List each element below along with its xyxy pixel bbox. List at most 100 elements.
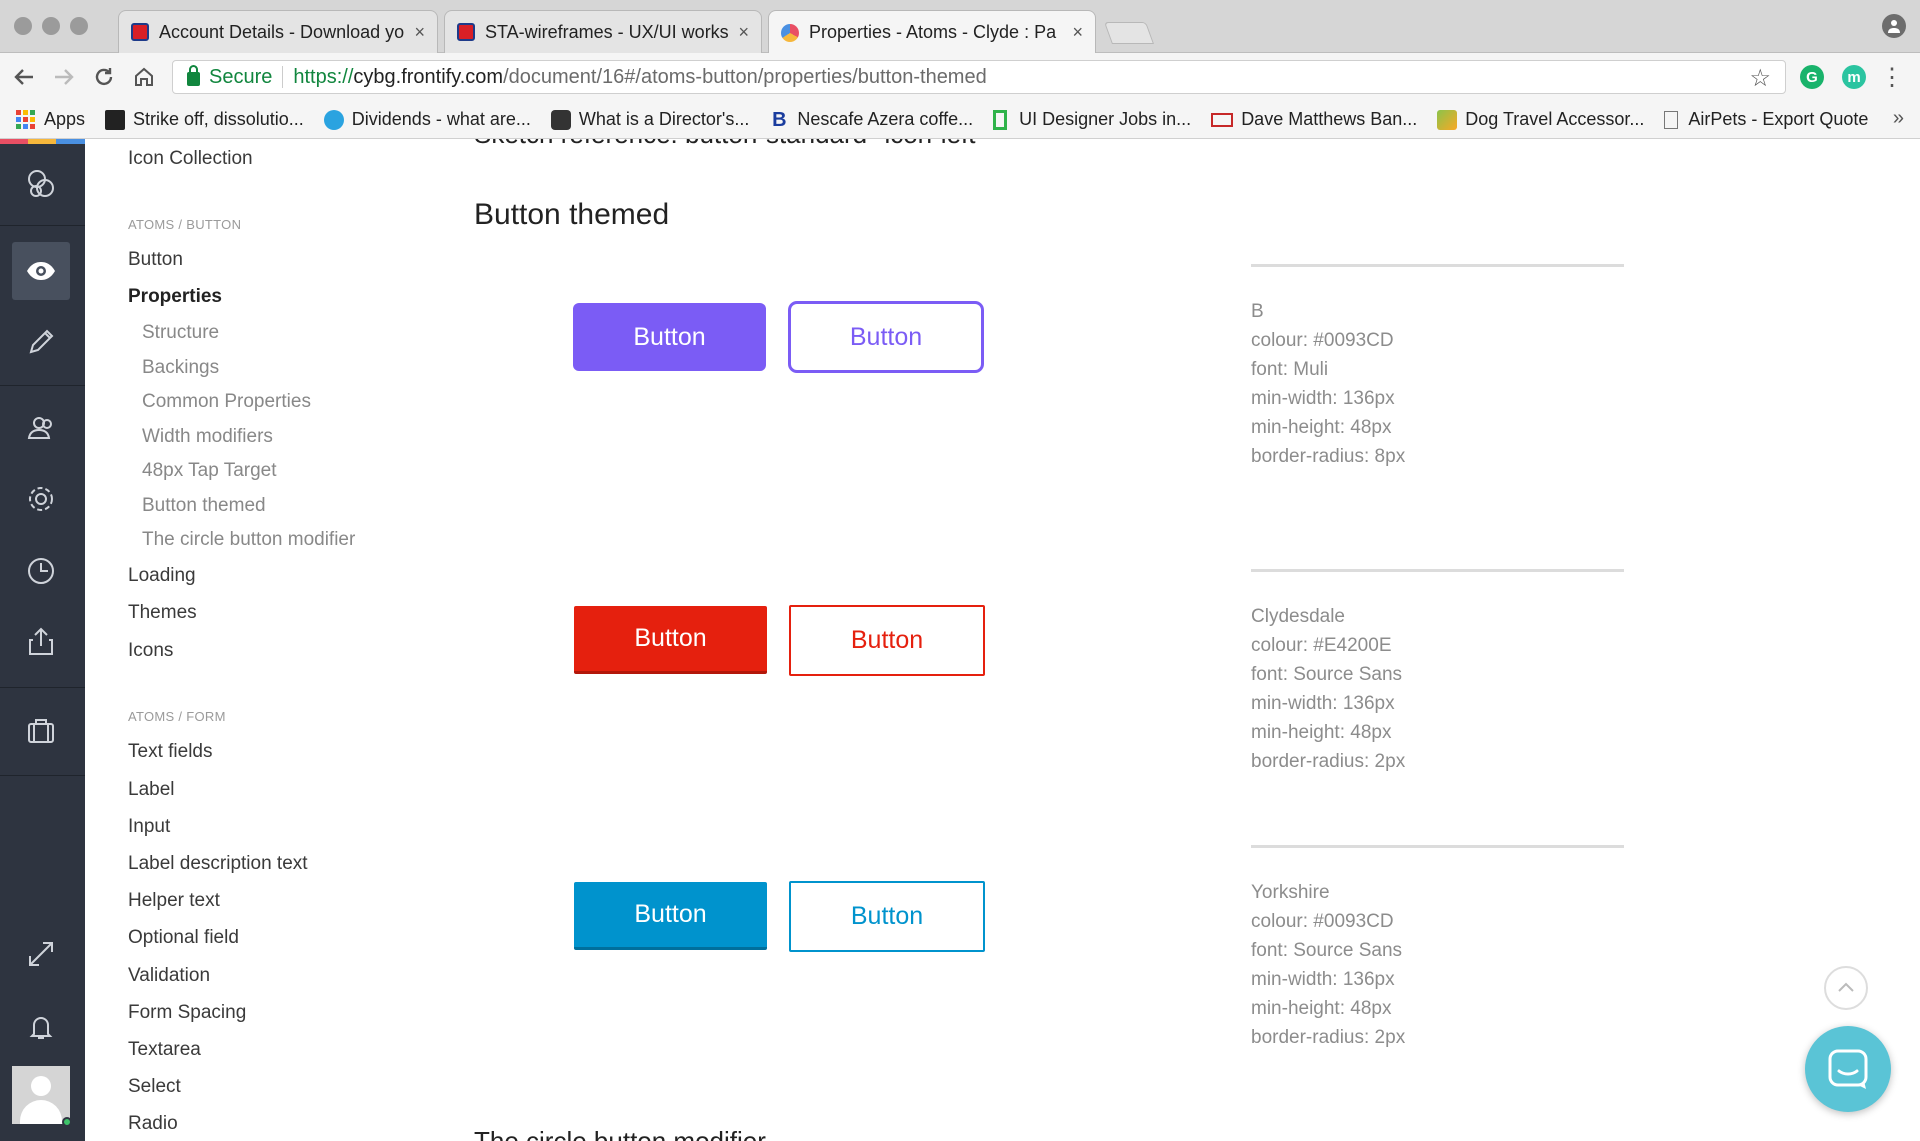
profile-icon[interactable] [1882, 14, 1906, 38]
nav-link-circle-button-modifier[interactable]: The circle button modifier [142, 529, 355, 551]
spec-line: colour: #E4200E [1251, 635, 1392, 656]
home-icon [135, 67, 153, 86]
window-zoom-button[interactable] [70, 17, 88, 35]
nav-link-textarea[interactable]: Textarea [128, 1039, 201, 1061]
nav-link-button[interactable]: Button [128, 249, 183, 271]
browser-menu-icon[interactable]: ⋮ [1880, 63, 1904, 92]
url-host: cybg.frontify.com [353, 65, 504, 88]
chat-launcher-button[interactable] [1805, 1026, 1891, 1112]
nav-link-common-properties[interactable]: Common Properties [142, 391, 311, 413]
extension-m-icon[interactable]: m [1842, 65, 1866, 89]
address-bar[interactable]: Secure https://cybg.frontify.com/documen… [172, 60, 1786, 94]
frontify-logo-icon[interactable] [12, 155, 70, 213]
nav-link-select[interactable]: Select [128, 1076, 181, 1098]
nav-link-validation[interactable]: Validation [128, 965, 210, 987]
clock-icon[interactable] [12, 542, 70, 600]
bookmark-favicon-icon [1437, 109, 1458, 130]
window-close-button[interactable] [14, 17, 32, 35]
nav-link-form-spacing[interactable]: Form Spacing [128, 1002, 246, 1024]
scroll-to-top-button[interactable] [1824, 966, 1868, 1010]
spec-line: min-width: 136px [1251, 693, 1395, 714]
gear-icon[interactable] [12, 470, 70, 528]
bookmark-label: Dog Travel Accessor... [1465, 109, 1645, 129]
window-minimize-button[interactable] [42, 17, 60, 35]
back-button[interactable] [10, 63, 38, 91]
spec-line: B [1251, 301, 1264, 322]
spec-line: min-height: 48px [1251, 722, 1392, 743]
url-path: /document/16#/atoms-button/properties/bu… [503, 65, 987, 88]
reload-button[interactable] [90, 63, 118, 91]
nav-link-label[interactable]: Label [128, 779, 175, 801]
browser-tab[interactable]: Account Details - Download yo × [118, 10, 438, 53]
nav-link-properties[interactable]: Properties [128, 286, 222, 308]
bell-icon[interactable] [12, 998, 70, 1056]
button-solid-theme-b[interactable]: Button [573, 303, 766, 371]
users-icon[interactable] [12, 399, 70, 457]
share-icon[interactable] [12, 613, 70, 671]
bookmark-item[interactable]: UI Designer Jobs in... [993, 109, 1191, 130]
pencil-icon[interactable] [12, 313, 70, 371]
bookmark-item[interactable]: AirPets - Export Quote [1664, 109, 1868, 130]
browser-tab[interactable]: STA-wireframes - UX/UI works × [444, 10, 762, 53]
button-outline-theme-b[interactable]: Button [788, 301, 984, 373]
bookmark-apps[interactable]: Apps [16, 109, 85, 130]
spec-line: font: Source Sans [1251, 664, 1403, 685]
button-solid-theme-yorkshire[interactable]: Button [574, 882, 767, 950]
nav-link-button-themed[interactable]: Button themed [142, 495, 266, 517]
cybg-favicon-icon [131, 23, 149, 41]
browser-toolbar: Secure https://cybg.frontify.com/documen… [0, 53, 1920, 101]
section-title-button-themed: Button themed [474, 198, 670, 231]
bookmark-label: UI Designer Jobs in... [1019, 109, 1192, 129]
nav-link-text-fields[interactable]: Text fields [128, 741, 212, 763]
nav-link-structure[interactable]: Structure [142, 322, 219, 344]
nav-link-loading[interactable]: Loading [128, 565, 196, 587]
cybg-favicon-icon [457, 23, 475, 41]
nav-link-themes[interactable]: Themes [128, 602, 197, 624]
tab-close-icon[interactable]: × [414, 22, 425, 43]
spec-line: min-width: 136px [1251, 388, 1395, 409]
button-outline-theme-clydesdale[interactable]: Button [789, 605, 985, 676]
bookmark-label: Nescafe Azera coffe... [797, 109, 974, 129]
expand-icon[interactable] [12, 925, 70, 983]
nav-link-radio[interactable]: Radio [128, 1113, 178, 1135]
spec-theme-yorkshire: Yorkshire colour: #0093CD font: Source S… [1251, 878, 1405, 1052]
briefcase-icon[interactable] [12, 702, 70, 760]
avatar[interactable] [12, 1066, 70, 1124]
button-outline-theme-yorkshire[interactable]: Button [789, 881, 985, 952]
tab-close-icon[interactable]: × [738, 22, 749, 43]
bookmark-item[interactable]: Dave Matthews Ban... [1211, 109, 1417, 130]
online-status-dot [62, 1117, 72, 1127]
button-solid-theme-clydesdale[interactable]: Button [574, 606, 767, 674]
grammarly-extension-icon[interactable]: G [1800, 65, 1824, 89]
chevron-up-icon [1838, 982, 1854, 992]
nav-link-label-description-text[interactable]: Label description text [128, 853, 308, 875]
bookmark-favicon-icon [550, 109, 571, 130]
nav-link-icon-collection[interactable]: Icon Collection [128, 148, 253, 170]
bookmark-item[interactable]: Strike off, dissolutio... [105, 109, 304, 130]
bookmark-item[interactable]: What is a Director's... [550, 109, 749, 130]
spec-line: border-radius: 2px [1251, 751, 1406, 772]
bookmark-item[interactable]: Dividends - what are... [323, 109, 531, 130]
bookmarks-overflow-icon[interactable]: » [1893, 107, 1904, 130]
nav-link-icons[interactable]: Icons [128, 640, 173, 662]
brand-stripe [0, 139, 85, 144]
bookmark-item[interactable]: Dog Travel Accessor... [1437, 109, 1644, 130]
nav-link-optional-field[interactable]: Optional field [128, 927, 239, 949]
browser-tab-active[interactable]: Properties - Atoms - Clyde : Pa × [768, 10, 1096, 54]
eye-icon[interactable] [12, 242, 70, 300]
nav-link-width-modifiers[interactable]: Width modifiers [142, 426, 273, 448]
bookmark-star-icon[interactable]: ☆ [1749, 64, 1771, 93]
nav-link-input[interactable]: Input [128, 816, 170, 838]
forward-button[interactable] [50, 63, 78, 91]
bookmark-item[interactable]: B Nescafe Azera coffe... [769, 109, 973, 130]
nav-link-48px-tap-target[interactable]: 48px Tap Target [142, 460, 277, 482]
home-button[interactable] [130, 63, 158, 91]
tab-close-icon[interactable]: × [1072, 22, 1083, 43]
bookmark-label: Apps [44, 109, 86, 129]
app-left-rail [0, 139, 85, 1141]
cut-off-heading-bottom: The circle button modifier [474, 1126, 766, 1141]
nav-link-backings[interactable]: Backings [142, 357, 219, 379]
nav-link-helper-text[interactable]: Helper text [128, 890, 220, 912]
new-tab-button[interactable] [1103, 22, 1155, 44]
document-icon [1664, 110, 1679, 129]
